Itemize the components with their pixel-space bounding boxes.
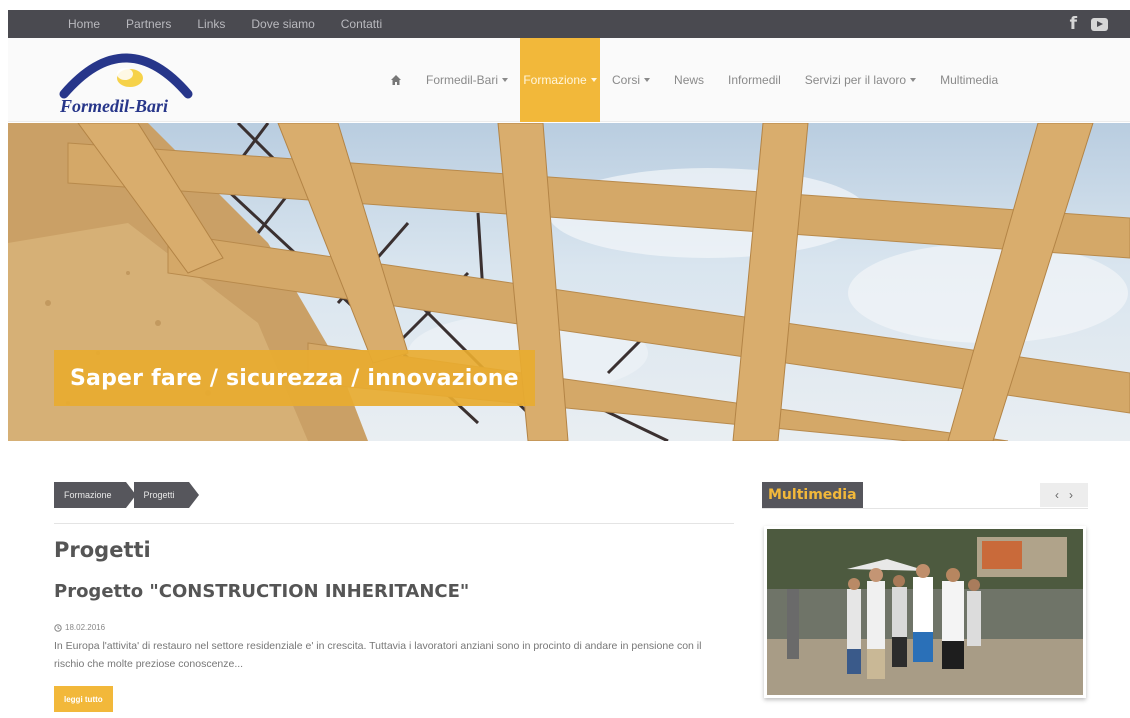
sidebar-divider bbox=[762, 508, 1088, 509]
facebook-icon[interactable]: f bbox=[1070, 14, 1077, 34]
sidebar-title: Multimedia bbox=[762, 482, 863, 508]
nav-label: Formazione bbox=[523, 73, 587, 87]
nav-label: Corsi bbox=[612, 73, 641, 87]
hero-caption: Saper fare / sicurezza / innovazione bbox=[54, 350, 535, 406]
nav-label: Servizi per il lavoro bbox=[804, 73, 907, 87]
nav-corsi[interactable]: Corsi bbox=[600, 38, 662, 122]
logo-text[interactable]: Formedil-Bari bbox=[60, 96, 168, 117]
top-link-contatti[interactable]: Contatti bbox=[341, 17, 382, 31]
article-title[interactable]: Progetto "CONSTRUCTION INHERITANCE" bbox=[54, 581, 469, 602]
nav-formazione[interactable]: Formazione bbox=[520, 38, 601, 122]
nav-news[interactable]: News bbox=[662, 38, 716, 122]
top-links: Home Partners Links Dove siamo Contatti bbox=[68, 10, 382, 38]
nav-home[interactable] bbox=[378, 38, 414, 122]
read-more-button[interactable]: leggi tutto bbox=[54, 686, 113, 712]
article-date: 18.02.2016 bbox=[54, 623, 105, 632]
breadcrumb-item-progetti[interactable]: Progetti bbox=[133, 482, 199, 508]
nav-informedil[interactable]: Informedil bbox=[716, 38, 793, 122]
divider bbox=[54, 523, 734, 524]
chevron-down-icon bbox=[502, 78, 509, 82]
chevron-right-icon[interactable]: › bbox=[1069, 488, 1073, 502]
home-icon bbox=[391, 75, 401, 85]
chevron-down-icon bbox=[910, 78, 917, 82]
group-photo-image bbox=[767, 529, 1083, 695]
multimedia-photo[interactable] bbox=[764, 526, 1086, 698]
top-link-dove-siamo[interactable]: Dove siamo bbox=[251, 17, 314, 31]
hero-banner: Saper fare / sicurezza / innovazione bbox=[8, 123, 1130, 441]
nav-multimedia[interactable]: Multimedia bbox=[928, 38, 1010, 122]
date-text: 18.02.2016 bbox=[65, 623, 106, 632]
carousel-controls: ‹ › bbox=[1040, 483, 1088, 507]
chevron-down-icon bbox=[590, 78, 597, 82]
top-bar: Home Partners Links Dove siamo Contatti … bbox=[8, 10, 1130, 38]
site-header: Formedil-Bari Formedil-Bari Formazione C… bbox=[8, 38, 1130, 122]
chevron-down-icon bbox=[644, 78, 651, 82]
nav-label: Formedil-Bari bbox=[426, 73, 499, 87]
clock-icon bbox=[54, 623, 62, 632]
breadcrumb: Formazione Progetti bbox=[54, 482, 199, 508]
main-nav: Formedil-Bari Formazione Corsi News Info… bbox=[378, 38, 1010, 122]
youtube-icon[interactable] bbox=[1091, 17, 1108, 31]
nav-label: News bbox=[674, 73, 705, 87]
top-link-home[interactable]: Home bbox=[68, 17, 100, 31]
nav-servizi-per-il-lavoro[interactable]: Servizi per il lavoro bbox=[793, 38, 928, 122]
social-links: f bbox=[1070, 10, 1108, 38]
nav-formedil-bari[interactable]: Formedil-Bari bbox=[414, 38, 520, 122]
page-title: Progetti bbox=[54, 538, 151, 562]
nav-label: Multimedia bbox=[940, 73, 999, 87]
nav-label: Informedil bbox=[728, 73, 781, 87]
article-excerpt: In Europa l'attivita' di restauro nel se… bbox=[54, 640, 702, 670]
top-link-partners[interactable]: Partners bbox=[126, 17, 171, 31]
breadcrumb-item-formazione[interactable]: Formazione bbox=[54, 482, 136, 508]
chevron-left-icon[interactable]: ‹ bbox=[1055, 488, 1059, 502]
top-link-links[interactable]: Links bbox=[197, 17, 225, 31]
